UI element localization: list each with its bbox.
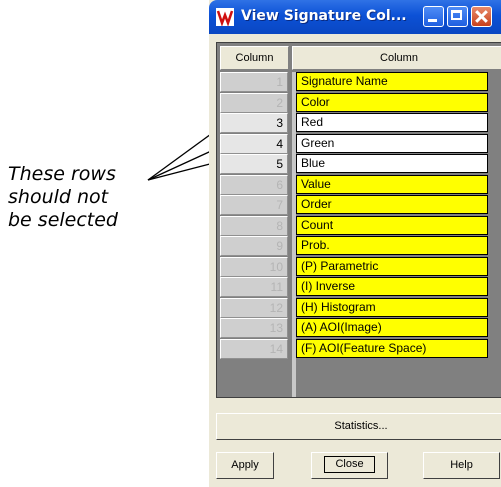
- title-bar[interactable]: View Signature Col...: [209, 0, 501, 34]
- table-row[interactable]: 10 (P) Parametric: [217, 256, 501, 278]
- row-number-cell[interactable]: 5: [220, 154, 288, 174]
- row-number-cell[interactable]: 8: [220, 215, 288, 236]
- table-row[interactable]: 7 Order: [217, 195, 501, 216]
- minimize-icon[interactable]: [423, 6, 444, 27]
- close-button-label: Close: [324, 456, 375, 473]
- row-number-cell[interactable]: 12: [220, 297, 288, 318]
- apply-button[interactable]: Apply: [216, 452, 274, 479]
- table-row[interactable]: 4 Green: [217, 133, 501, 155]
- row-number-cell[interactable]: 10: [220, 256, 288, 277]
- column-name-cell[interactable]: (I) Inverse: [296, 277, 488, 296]
- table-row[interactable]: 12 (H) Histogram: [217, 297, 501, 319]
- table-row[interactable]: 2 Color: [217, 92, 501, 114]
- column-number-header[interactable]: Column: [220, 46, 289, 70]
- row-number-cell[interactable]: 9: [220, 236, 288, 256]
- table-row[interactable]: 9 Prob.: [217, 236, 501, 257]
- table-row[interactable]: 1 Signature Name: [217, 72, 501, 93]
- column-name-cell[interactable]: Signature Name: [296, 72, 488, 91]
- column-name-cell[interactable]: (A) AOI(Image): [296, 318, 488, 337]
- row-number-cell[interactable]: 4: [220, 133, 288, 154]
- table-row[interactable]: 8 Count: [217, 215, 501, 237]
- row-number-cell[interactable]: 3: [220, 113, 288, 133]
- row-number-cell[interactable]: 1: [220, 72, 288, 92]
- statistics-button[interactable]: Statistics...: [216, 413, 501, 440]
- row-number-cell[interactable]: 7: [220, 195, 288, 215]
- column-name-cell[interactable]: Color: [296, 92, 488, 112]
- column-name-cell[interactable]: Order: [296, 195, 488, 214]
- erdas-imagine-icon: [216, 8, 234, 26]
- table-row[interactable]: 5 Blue: [217, 154, 501, 175]
- maximize-icon[interactable]: [447, 6, 468, 27]
- signature-columns-table: Column Column 1 Signature Name 2 Color 3 Red 4…: [216, 42, 501, 398]
- column-name-cell[interactable]: Green: [296, 133, 488, 153]
- column-name-cell[interactable]: Prob.: [296, 236, 488, 255]
- table-row[interactable]: 3 Red: [217, 113, 501, 134]
- help-button[interactable]: Help: [423, 452, 500, 479]
- column-name-header[interactable]: Column: [292, 46, 501, 70]
- column-name-cell[interactable]: Red: [296, 113, 488, 132]
- table-row[interactable]: 14 (F) AOI(Feature Space): [217, 338, 501, 360]
- table-row[interactable]: 6 Value: [217, 174, 501, 196]
- row-number-cell[interactable]: 11: [220, 277, 288, 297]
- window-title: View Signature Col...: [241, 8, 407, 24]
- column-name-cell[interactable]: Blue: [296, 154, 488, 173]
- column-name-cell[interactable]: (H) Histogram: [296, 297, 488, 317]
- close-icon[interactable]: [471, 6, 492, 27]
- row-number-cell[interactable]: 6: [220, 174, 288, 195]
- row-number-cell[interactable]: 2: [220, 92, 288, 113]
- column-name-cell[interactable]: Count: [296, 215, 488, 235]
- column-name-cell[interactable]: Value: [296, 174, 488, 194]
- row-number-cell[interactable]: 13: [220, 318, 288, 338]
- row-number-cell[interactable]: 14: [220, 338, 288, 359]
- table-row[interactable]: 13 (A) AOI(Image): [217, 318, 501, 339]
- view-signature-columns-window: View Signature Col... Column Column 1 Sig…: [209, 0, 501, 487]
- table-body: 1 Signature Name 2 Color 3 Red 4 Green 5 Blue 6 Val…: [217, 72, 501, 359]
- close-button[interactable]: Close: [311, 452, 388, 479]
- column-name-cell[interactable]: (P) Parametric: [296, 256, 488, 276]
- column-name-cell[interactable]: (F) AOI(Feature Space): [296, 338, 488, 358]
- table-row[interactable]: 11 (I) Inverse: [217, 277, 501, 298]
